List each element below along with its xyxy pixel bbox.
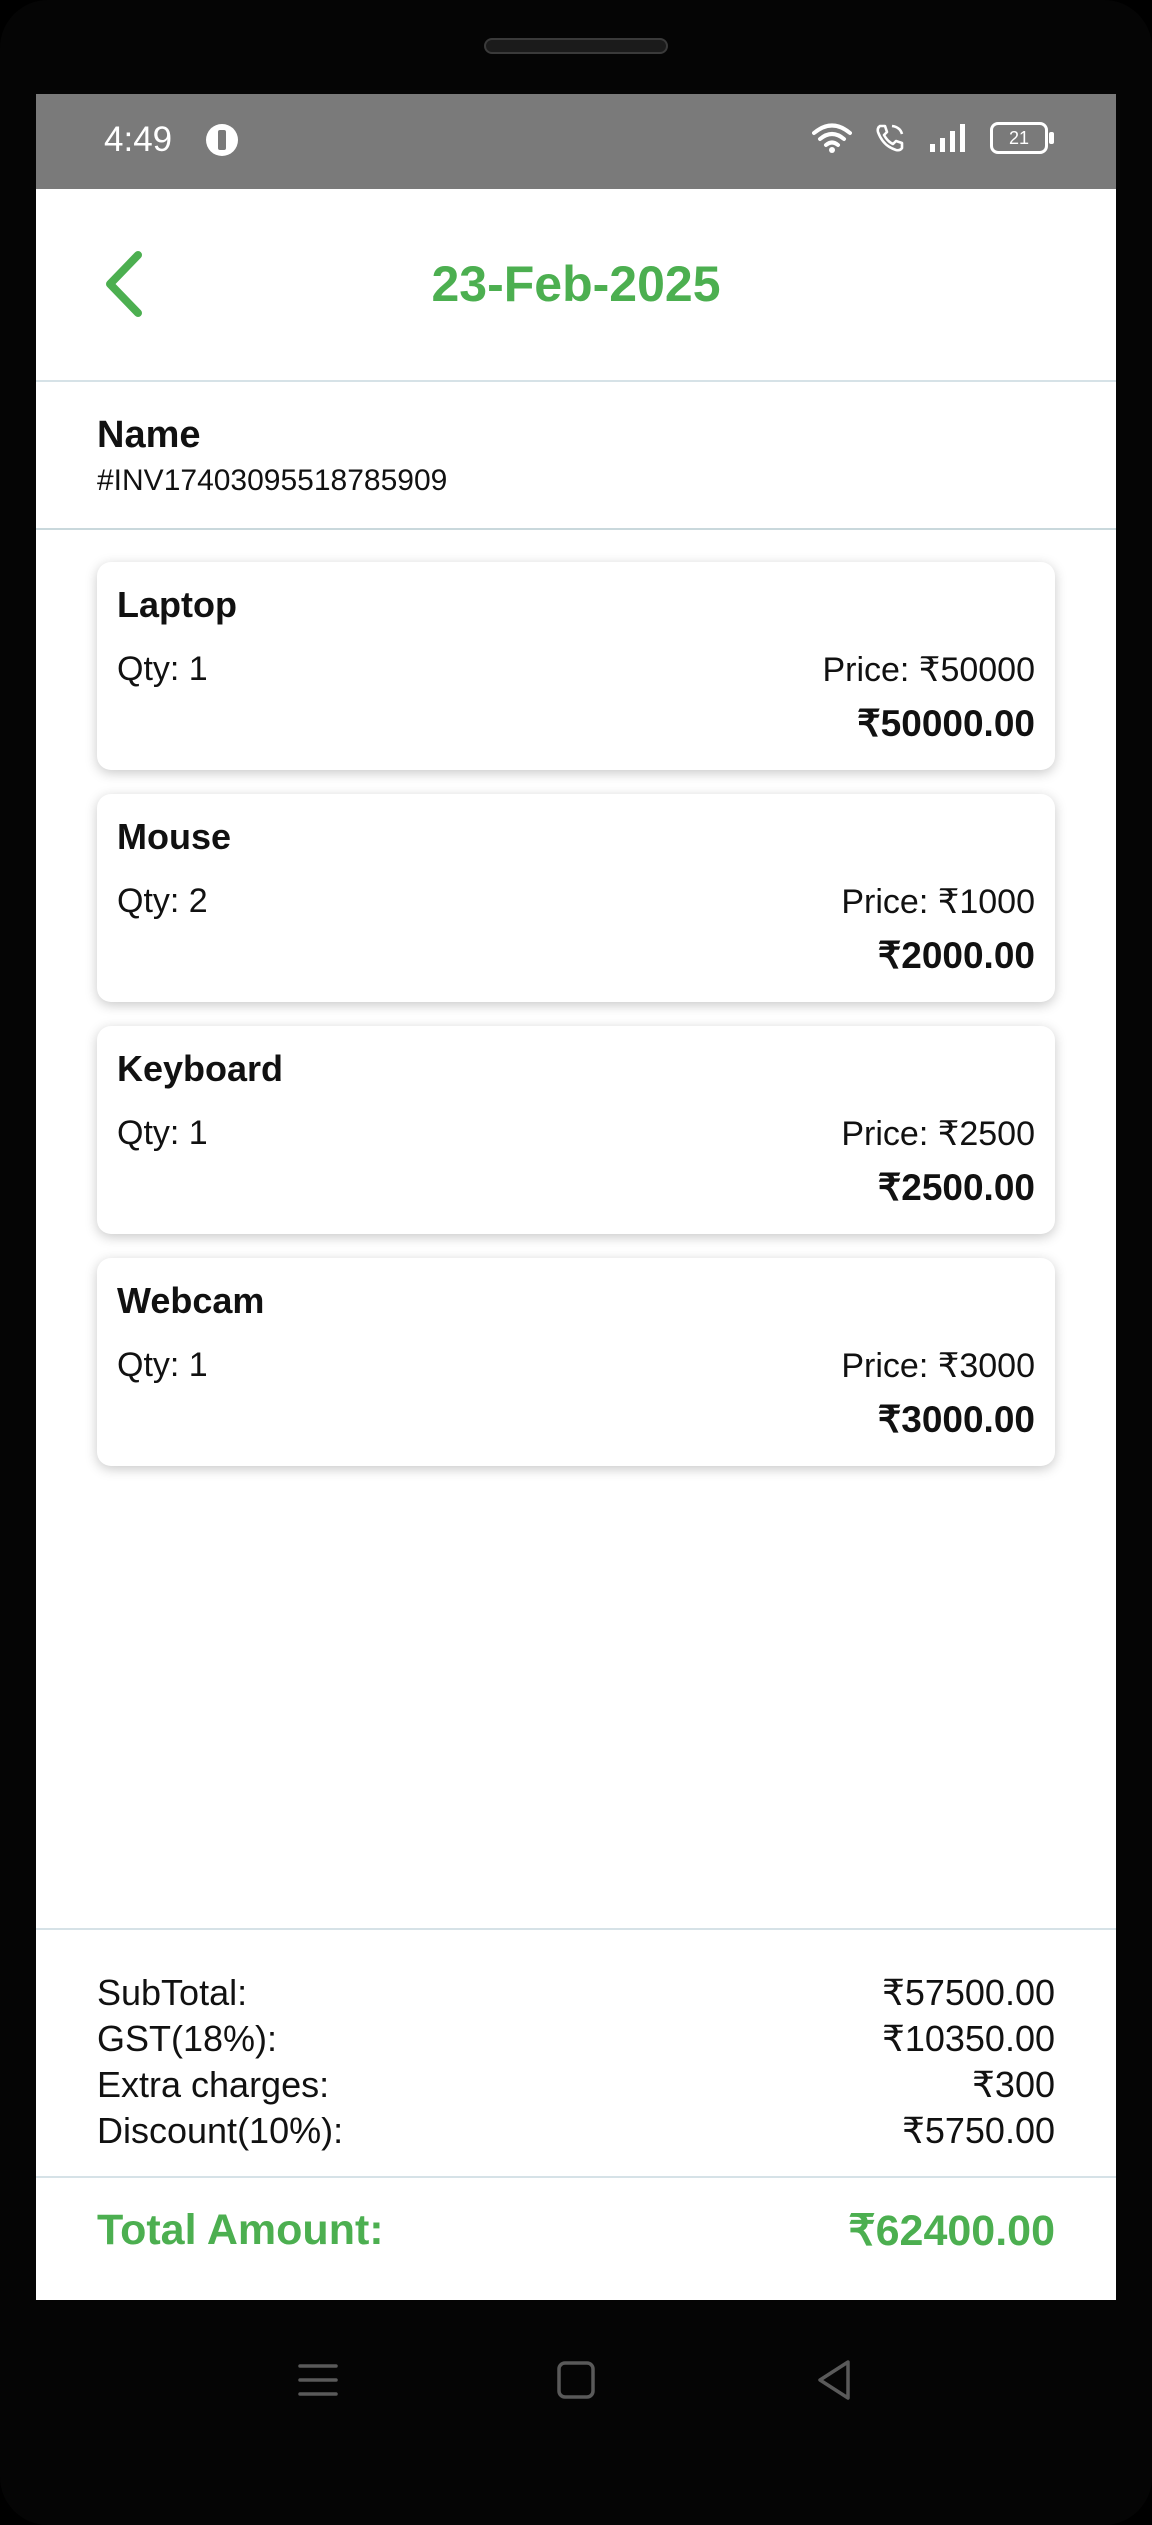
discount-label: Discount(10%): [97,2110,344,2151]
item-name: Mouse [117,816,232,857]
page-title: 23-Feb-2025 [431,256,721,312]
item-unit-price: Price: ₹50000 [822,651,1035,689]
square-home-icon [557,2361,595,2399]
discount-value: ₹5750.00 [901,2110,1055,2151]
item-line-total: ₹2000.00 [877,935,1035,976]
item-card-keyboard: Keyboard Qty: 1 Price: ₹2500 ₹2500.00 [97,1026,1055,1234]
item-unit-price: Price: ₹1000 [841,883,1035,921]
extra-charges-value: ₹300 [972,2064,1055,2105]
menu-icon [298,2364,338,2396]
earpiece-speaker [484,38,668,54]
item-quantity: Qty: 1 [117,650,208,688]
total-divider [36,2176,1116,2178]
gst-value: ₹10350.00 [881,2018,1055,2059]
item-line-total: ₹3000.00 [877,1399,1035,1440]
nav-back-button[interactable] [804,2350,864,2410]
item-name: Keyboard [117,1048,284,1089]
invoice-number: #INV17403095518785909 [97,464,448,497]
wifi-icon [812,123,852,153]
nav-home-button[interactable] [546,2350,606,2410]
item-line-total: ₹2500.00 [877,1167,1035,1208]
item-card-mouse: Mouse Qty: 2 Price: ₹1000 ₹2000.00 [97,794,1055,1002]
nav-recents-button[interactable] [288,2350,348,2410]
total-amount-value: ₹62400.00 [848,2207,1055,2255]
phone-frame: 4:49 21 23-Feb-2025 Name #INV17403095518… [0,0,1152,2525]
app-screen: 4:49 21 23-Feb-2025 Name #INV17403095518… [36,94,1116,2300]
subtotal-label: SubTotal: [97,1972,248,2013]
battery-icon: 21 [990,122,1054,154]
item-line-total: ₹50000.00 [857,703,1035,744]
item-unit-price: Price: ₹3000 [841,1347,1035,1385]
status-time: 4:49 [104,120,173,159]
wifi-calling-icon [876,124,904,152]
total-amount-label: Total Amount: [97,2206,384,2254]
invoice-items-list: Laptop Qty: 1 Price: ₹50000 ₹50000.00 Mo… [97,562,1055,1490]
item-card-laptop: Laptop Qty: 1 Price: ₹50000 ₹50000.00 [97,562,1055,770]
item-quantity: Qty: 1 [117,1114,208,1152]
app-header: 23-Feb-2025 [36,189,1116,382]
item-card-webcam: Webcam Qty: 1 Price: ₹3000 ₹3000.00 [97,1258,1055,1466]
item-quantity: Qty: 1 [117,1346,208,1384]
subtotal-value: ₹57500.00 [881,1972,1055,2013]
system-navigation-bar [0,2300,1152,2470]
customer-info: Name #INV17403095518785909 [36,382,1116,530]
gst-label: GST(18%): [97,2018,278,2059]
customer-name: Name [97,414,201,456]
invoice-summary: SubTotal: ₹57500.00 GST(18%): ₹10350.00 … [36,1928,1116,2255]
extra-charges-label: Extra charges: [97,2064,330,2105]
status-icons: 21 [812,122,1054,154]
status-bar: 4:49 21 [36,94,1116,189]
item-unit-price: Price: ₹2500 [841,1115,1035,1153]
signal-icon [930,124,965,152]
triangle-back-icon [818,2360,850,2400]
item-name: Webcam [117,1280,265,1321]
item-name: Laptop [117,584,237,625]
app-notification-icon [206,124,238,156]
item-quantity: Qty: 2 [117,882,208,920]
